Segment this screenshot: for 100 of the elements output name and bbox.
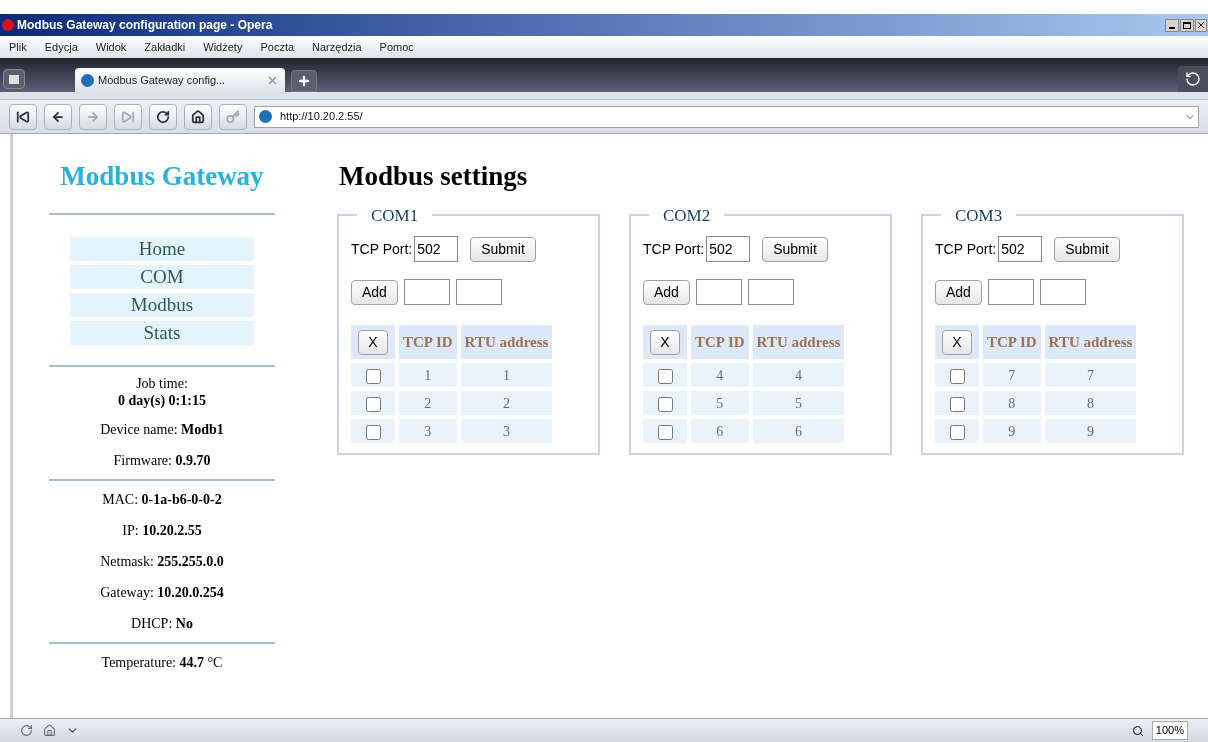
- menu-item[interactable]: Widok: [95, 38, 127, 56]
- sync-button[interactable]: [20, 724, 33, 737]
- info-line: Temperature: 44.7 °C: [101, 653, 223, 672]
- home-icon: [43, 724, 56, 737]
- window-title: Modbus Gateway configuration page - Opera: [17, 17, 273, 34]
- port-input[interactable]: 502: [414, 236, 459, 262]
- new-tab-button[interactable]: [291, 70, 317, 92]
- rtu-address-input[interactable]: [1039, 279, 1086, 305]
- address-text: http://10.20.2.55/: [280, 109, 363, 125]
- close-button[interactable]: [1195, 18, 1207, 32]
- info-line: Firmware: 0.9.70: [113, 451, 211, 470]
- delete-button[interactable]: X: [650, 329, 680, 355]
- menu-item[interactable]: Plik: [9, 38, 27, 56]
- menu-item[interactable]: Poczta: [260, 38, 295, 56]
- rewind-button[interactable]: [9, 103, 37, 130]
- delete-button[interactable]: X: [942, 329, 972, 355]
- row-checkbox[interactable]: [949, 368, 965, 384]
- sync-icon: [20, 724, 33, 737]
- plus-icon: [297, 74, 311, 88]
- table-cell: 3: [460, 419, 553, 443]
- closed-tabs-button[interactable]: [1178, 66, 1208, 92]
- rtu-address-input[interactable]: [747, 279, 794, 305]
- table-cell: 5: [752, 391, 845, 415]
- nav-link[interactable]: Modbus: [70, 292, 254, 317]
- port-input[interactable]: 502: [998, 236, 1043, 262]
- table-cell: 9: [983, 419, 1041, 443]
- menu-item[interactable]: Narzędzia: [312, 38, 362, 56]
- port-legend: COM2: [649, 202, 725, 228]
- row-checkbox[interactable]: [949, 396, 965, 412]
- nav-link[interactable]: Home: [70, 236, 254, 261]
- table-cell: 2: [460, 391, 553, 415]
- info-line: Netmask: 255.255.0.0: [100, 552, 224, 571]
- table-cell: 6: [691, 419, 749, 443]
- port-input[interactable]: 502: [706, 236, 751, 262]
- rtu-address-input[interactable]: [455, 279, 502, 305]
- submit-button[interactable]: Submit: [470, 236, 536, 262]
- skip-back-icon: [16, 109, 30, 124]
- row-checkbox[interactable]: [657, 368, 673, 384]
- submit-button[interactable]: Submit: [762, 236, 828, 262]
- forward-arrow-icon: [86, 109, 100, 124]
- menu-item[interactable]: Edycja: [44, 38, 78, 56]
- nav-link[interactable]: COM: [70, 264, 254, 289]
- table-header: TCP ID: [691, 325, 749, 359]
- tab-title: Modbus Gateway config...: [98, 72, 226, 88]
- table-cell: 5: [691, 391, 749, 415]
- key-icon: [226, 109, 240, 124]
- table-cell: 7: [983, 363, 1041, 387]
- tcp-id-input[interactable]: [695, 279, 742, 305]
- port-legend: COM1: [357, 202, 433, 228]
- table-cell: 6: [752, 419, 845, 443]
- add-button[interactable]: Add: [643, 279, 690, 305]
- table-cell: 4: [752, 363, 845, 387]
- menu-item[interactable]: Zakładki: [144, 38, 186, 56]
- tcp-id-input[interactable]: [403, 279, 450, 305]
- site-title: Modbus Gateway: [60, 160, 264, 193]
- table-cell: 1: [460, 363, 553, 387]
- row-checkbox[interactable]: [365, 396, 381, 412]
- zoom-level[interactable]: 100%: [1151, 721, 1188, 740]
- home-button[interactable]: [184, 103, 212, 130]
- table-cell: 3: [399, 419, 457, 443]
- table-header: RTU address: [752, 325, 845, 359]
- panel-toggle-button[interactable]: [3, 69, 25, 89]
- table-cell: 2: [399, 391, 457, 415]
- port-label: TCP Port:: [643, 239, 705, 259]
- port-label: TCP Port:: [351, 239, 413, 259]
- row-checkbox[interactable]: [657, 396, 673, 412]
- reload-icon: [156, 109, 170, 124]
- menu-item[interactable]: Pomoc: [379, 38, 414, 56]
- maximize-button[interactable]: [1180, 18, 1194, 32]
- info-line: Job time: 0 day(s) 0:1:15: [118, 374, 206, 409]
- minimize-button[interactable]: [1165, 18, 1179, 32]
- table-header: RTU address: [1044, 325, 1137, 359]
- skip-forward-icon: [121, 109, 135, 124]
- delete-button[interactable]: X: [358, 329, 388, 355]
- row-checkbox[interactable]: [657, 424, 673, 440]
- home-icon: [191, 109, 205, 124]
- menu-item[interactable]: Widżety: [203, 38, 243, 56]
- add-button[interactable]: Add: [351, 279, 398, 305]
- key-button[interactable]: [219, 103, 247, 130]
- reload-button[interactable]: [149, 103, 177, 130]
- globe-icon: [81, 73, 94, 87]
- browser-tab[interactable]: Modbus Gateway config...: [75, 68, 285, 92]
- unite-button[interactable]: [43, 724, 56, 737]
- table-cell: 9: [1044, 419, 1137, 443]
- row-checkbox[interactable]: [365, 368, 381, 384]
- tcp-id-input[interactable]: [987, 279, 1034, 305]
- page-heading: Modbus settings: [339, 160, 529, 193]
- row-checkbox[interactable]: [365, 424, 381, 440]
- back-button[interactable]: [44, 103, 72, 130]
- nav-link[interactable]: Stats: [70, 320, 254, 345]
- row-checkbox[interactable]: [949, 424, 965, 440]
- fast-forward-button[interactable]: [114, 103, 142, 130]
- zoom-icon: [1131, 724, 1144, 737]
- address-field[interactable]: http://10.20.2.55/: [254, 105, 1199, 128]
- table-cell: 8: [983, 391, 1041, 415]
- submit-button[interactable]: Submit: [1054, 236, 1120, 262]
- info-line: IP: 10.20.2.55: [122, 521, 202, 540]
- add-button[interactable]: Add: [935, 279, 982, 305]
- table-header: TCP ID: [983, 325, 1041, 359]
- port-legend: COM3: [941, 202, 1017, 228]
